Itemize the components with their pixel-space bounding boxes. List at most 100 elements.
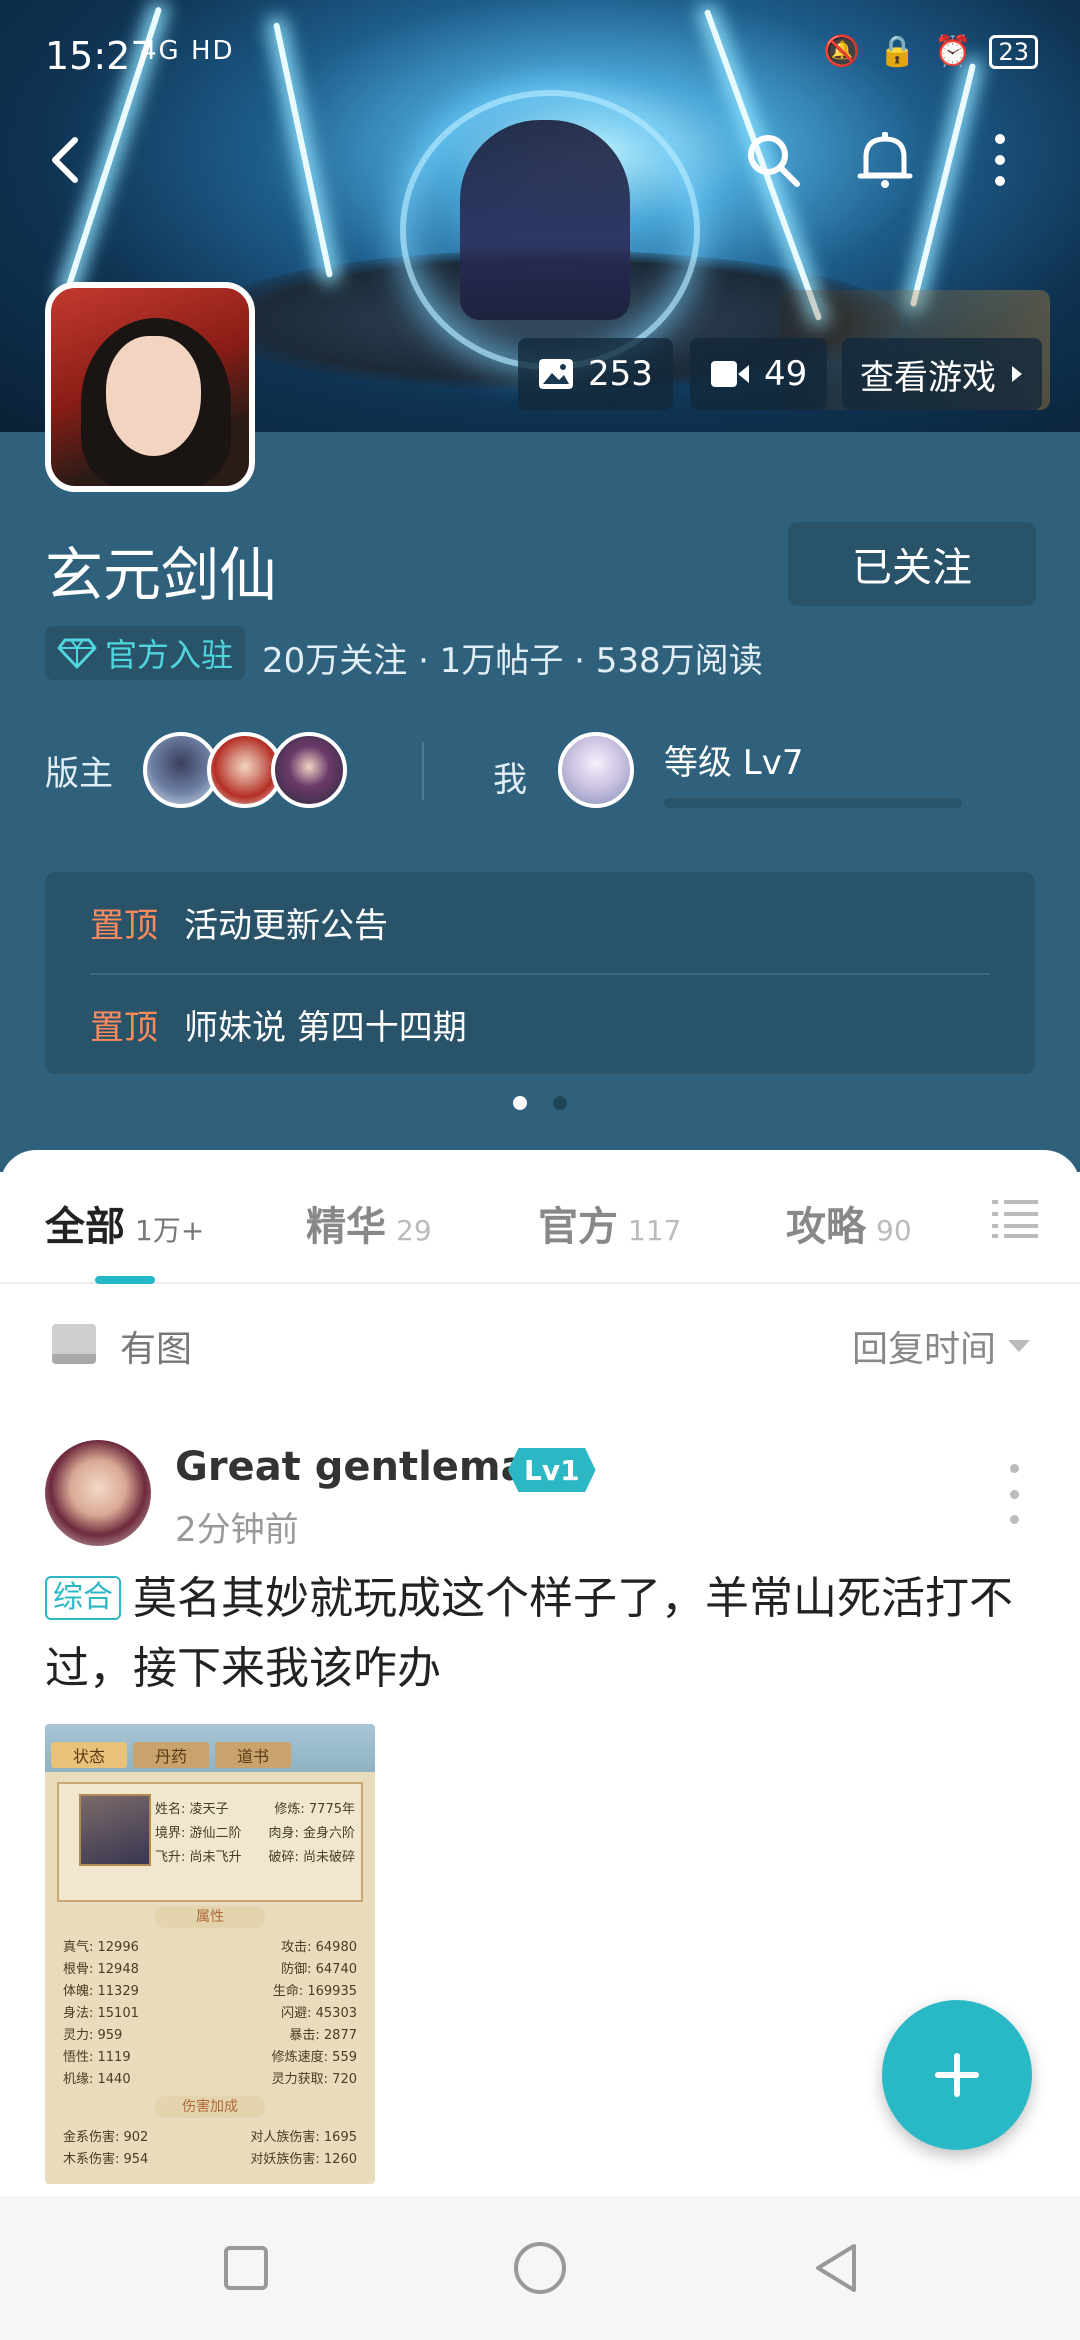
screenshot-text: 修炼: 7775年 [274, 1802, 355, 1817]
tab-count: 29 [396, 1214, 432, 1247]
videos-count: 49 [764, 354, 808, 394]
chevron-left-icon [52, 137, 78, 183]
post-text[interactable]: 综合 莫名其妙就玩成这个样子了，羊常山死活打不过，接下来我该咋办 [45, 1564, 1035, 1704]
status-time: 15:27 [45, 34, 155, 78]
screenshot-tab: 状态 [51, 1742, 127, 1768]
tab-label: 攻略 [786, 1204, 866, 1250]
diamond-icon [57, 638, 97, 669]
moderators-row: 版主 [45, 730, 347, 810]
tab-count: 90 [876, 1214, 912, 1247]
pinned-tag: 置顶 [90, 905, 158, 946]
more-vertical-icon [995, 134, 1005, 186]
forum-title: 玄元剑仙 [45, 541, 278, 609]
list-menu-icon[interactable] [992, 1198, 1038, 1238]
back-nav-button[interactable] [806, 2238, 866, 2298]
new-post-button[interactable] [882, 2000, 1032, 2150]
video-icon [711, 361, 749, 387]
view-game-button[interactable]: 查看游戏 [842, 338, 1042, 410]
tab-count: 117 [628, 1214, 682, 1247]
screenshot-line: 根骨: 12948 防御: 64740 [63, 1958, 357, 1977]
official-badge: 官方入驻 [45, 626, 246, 680]
bell-icon [857, 132, 913, 188]
screenshot-dmg-header: 伤害加成 [155, 2096, 265, 2118]
screenshot-header: 状态 丹药 道书 [45, 1724, 375, 1772]
screenshot-line: 机缘: 1440 灵力获取: 720 [63, 2068, 357, 2087]
images-badge[interactable]: 253 [518, 338, 673, 410]
screenshot-text: 木系伤害: 954 [63, 2152, 149, 2167]
post-more-button[interactable] [1004, 1464, 1024, 1524]
screenshot-text: 攻击: 64980 [281, 1940, 357, 1955]
moderator-avatar[interactable] [271, 732, 347, 808]
recent-apps-button[interactable] [216, 2238, 276, 2298]
dot-icon [1009, 1489, 1019, 1499]
image-filter-icon[interactable] [52, 1324, 96, 1364]
screenshot-tab: 丹药 [133, 1742, 209, 1768]
screenshot-text: 身法: 15101 [63, 2006, 139, 2021]
play-triangle-icon [1012, 366, 1022, 382]
view-game-label: 查看游戏 [860, 357, 996, 398]
screenshot-line: 真气: 12996 攻击: 64980 [63, 1936, 357, 1955]
pinned-item[interactable]: 置顶 活动更新公告 [90, 872, 388, 972]
category-tag: 综合 [45, 1576, 121, 1620]
screenshot-line: 境界: 游仙二阶 肉身: 金身六阶 [155, 1822, 355, 1841]
alarm-icon: ⏰ [934, 34, 972, 69]
mute-bell-icon: 🔕 [823, 34, 861, 69]
sort-dropdown[interactable]: 回复时间 [852, 1320, 1030, 1372]
battery-icon: 23 [989, 34, 1038, 69]
dot-icon [1009, 1515, 1019, 1524]
follow-button[interactable]: 已关注 [788, 522, 1036, 606]
back-button[interactable] [30, 125, 100, 195]
screenshot-text: 金系伤害: 902 [63, 2130, 149, 2145]
screenshot-text: 破碎: 尚未破碎 [268, 1850, 355, 1865]
level-progress-bar [664, 798, 962, 808]
screenshot-portrait [79, 1794, 151, 1866]
screenshot-text: 灵力: 959 [63, 2028, 123, 2043]
screenshot-line: 悟性: 1119 修炼速度: 559 [63, 2046, 357, 2065]
notification-button[interactable] [850, 125, 920, 195]
tab-label: 精华 [306, 1204, 386, 1250]
screenshot-line: 木系伤害: 954 对妖族伤害: 1260 [63, 2148, 357, 2167]
search-button[interactable] [738, 125, 808, 195]
me-label: 我 [493, 760, 527, 800]
more-button[interactable] [965, 125, 1035, 195]
home-button[interactable] [510, 2238, 570, 2298]
my-avatar[interactable] [558, 732, 634, 808]
search-icon [748, 135, 800, 187]
screenshot-attr-header: 属性 [155, 1906, 265, 1928]
pinned-title: 活动更新公告 [184, 905, 388, 946]
plus-icon [935, 2053, 979, 2097]
pager-dot[interactable] [513, 1096, 527, 1110]
images-count: 253 [588, 354, 653, 394]
tab-featured[interactable]: 精华 29 [306, 1194, 432, 1252]
has-image-filter[interactable]: 有图 [120, 1320, 192, 1372]
official-label: 官方入驻 [105, 636, 234, 674]
tab-label: 全部 [45, 1204, 125, 1250]
tab-all[interactable]: 全部 1万+ [45, 1194, 204, 1252]
pinned-tag: 置顶 [90, 1007, 158, 1048]
avatar-face-art [106, 336, 201, 456]
screenshot-text: 境界: 游仙二阶 [155, 1826, 242, 1841]
tab-guides[interactable]: 攻略 90 [786, 1194, 912, 1252]
screenshot-text: 飞升: 尚未飞升 [155, 1850, 242, 1865]
level-text: 等级 Lv7 [664, 743, 804, 783]
screenshot-tab: 道书 [215, 1742, 291, 1768]
status-icons: 🔕 🔒 ⏰ 23 [823, 34, 1038, 69]
screenshot-text: 生命: 169935 [272, 1984, 357, 1999]
screenshot-text: 机缘: 1440 [63, 2072, 131, 2087]
forum-avatar[interactable] [45, 282, 255, 492]
caret-down-icon [1008, 1340, 1030, 1352]
signal-icon: 4G HD [140, 36, 235, 66]
videos-badge[interactable]: 49 [690, 338, 828, 410]
image-icon [539, 359, 573, 389]
pager-dot[interactable] [553, 1096, 567, 1110]
username[interactable]: Great gentleman [175, 1444, 556, 1490]
screenshot-text: 修炼速度: 559 [271, 2050, 357, 2065]
filter-bar: 有图 回复时间 [0, 1284, 1080, 1404]
pinned-item[interactable]: 置顶 师妹说 第四十四期 [90, 974, 467, 1074]
active-tab-indicator [95, 1276, 155, 1284]
lock-icon: 🔒 [878, 34, 917, 69]
user-avatar[interactable] [45, 1440, 151, 1546]
status-bar: 15:27 4G HD 🔕 🔒 ⏰ 23 [0, 0, 1080, 110]
post-image[interactable]: 状态 丹药 道书 姓名: 凌天子 修炼: 7775年 境界: 游仙二阶 肉身: 金身… [45, 1724, 375, 2184]
tab-official[interactable]: 官方 117 [538, 1194, 681, 1252]
